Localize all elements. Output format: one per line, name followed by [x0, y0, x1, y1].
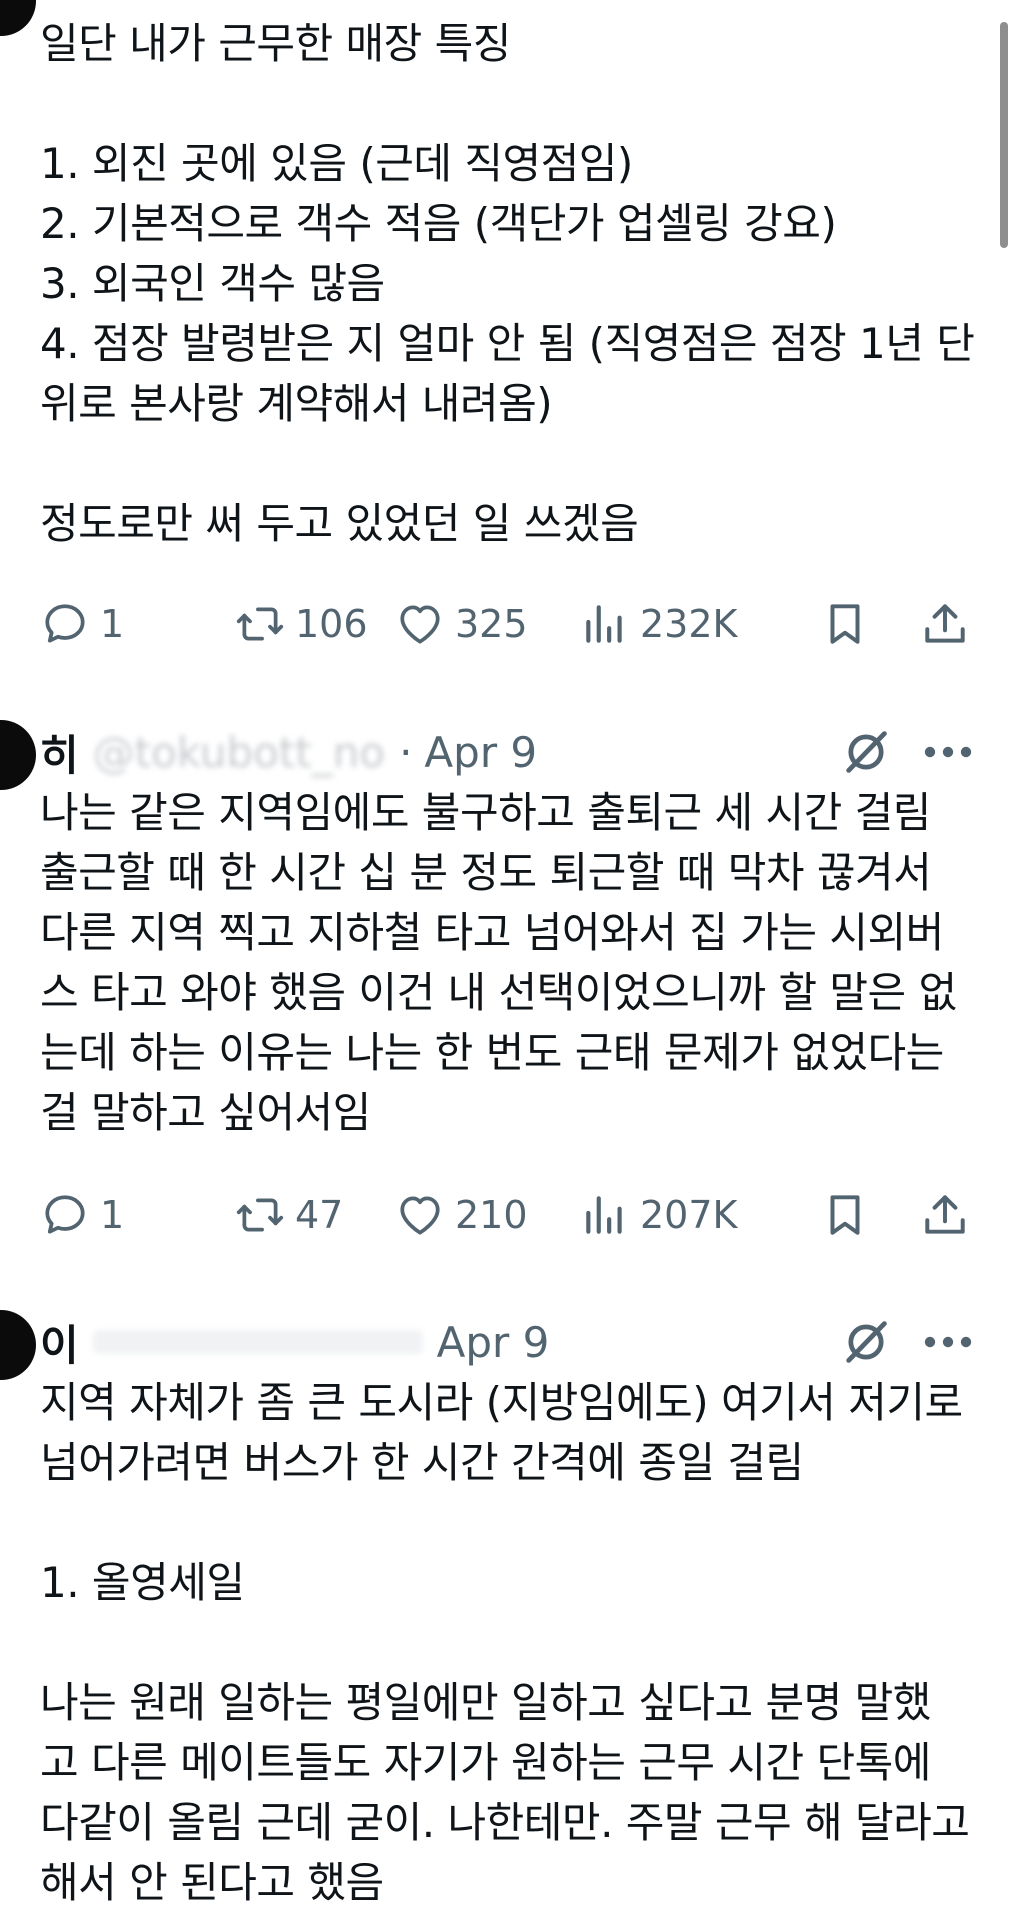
bookmark-button[interactable] [820, 1185, 870, 1245]
heart-icon [400, 605, 440, 644]
reply-button[interactable]: 1 [40, 1185, 124, 1245]
reply-count: 1 [100, 602, 125, 646]
views-button[interactable]: 207K [580, 1185, 737, 1245]
tweet-header: 이 Apr 9 [40, 1312, 974, 1372]
more-dots-icon[interactable] [922, 742, 974, 762]
views-button[interactable]: 232K [580, 594, 737, 654]
separator-dot: · [399, 727, 413, 777]
repost-button[interactable]: 47 [235, 1185, 343, 1245]
tweet-actions: 1 47 210 207K [40, 1185, 970, 1245]
user-handle[interactable]: @tokubott_no [93, 728, 385, 777]
tweet-header: 히 @tokubott_no · Apr 9 [40, 722, 974, 782]
reply-button[interactable]: 1 [40, 594, 124, 654]
views-count: 232K [640, 602, 738, 646]
tweet-text: 일단 내가 근무한 매장 특징 1. 외진 곳에 있음 (근데 직영점임) 2.… [40, 19, 975, 548]
share-upload-icon [925, 604, 965, 643]
avatar[interactable] [0, 1310, 36, 1380]
share-button[interactable] [920, 594, 970, 654]
tweet-date[interactable]: Apr 9 [437, 1318, 550, 1367]
repost-arrows-icon [236, 1198, 284, 1232]
grok-slash-icon[interactable] [840, 726, 892, 778]
share-button[interactable] [920, 1185, 970, 1245]
display-name[interactable]: 이 [40, 1312, 79, 1373]
share-upload-icon [925, 1195, 965, 1234]
repost-button[interactable]: 106 [235, 594, 368, 654]
like-count: 210 [455, 1193, 528, 1237]
speech-bubble-icon [45, 1195, 85, 1234]
reply-count: 1 [100, 1193, 125, 1237]
tweet-date[interactable]: Apr 9 [424, 728, 537, 777]
tweet-actions: 1 106 325 232K [40, 594, 970, 654]
avatar[interactable] [0, 720, 36, 790]
bookmark-button[interactable] [820, 594, 870, 654]
like-button[interactable]: 325 [395, 594, 528, 654]
bookmark-icon [830, 1195, 860, 1235]
like-button[interactable]: 210 [395, 1185, 528, 1245]
tweet-text: 나는 같은 지역임에도 불구하고 출퇴근 세 시간 걸림 출근할 때 한 시간 … [40, 788, 957, 1137]
bookmark-icon [830, 604, 860, 644]
repost-count: 106 [295, 602, 368, 646]
views-count: 207K [640, 1193, 738, 1237]
grok-slash-icon[interactable] [840, 1316, 892, 1368]
more-dots-icon[interactable] [922, 1332, 974, 1352]
scrollbar[interactable] [1000, 22, 1008, 248]
avatar[interactable] [0, 0, 36, 36]
heart-icon [400, 1196, 440, 1235]
repost-count: 47 [295, 1193, 344, 1237]
user-handle-redacted [92, 1330, 423, 1354]
tweet-text: 지역 자체가 좀 큰 도시라 (지방임에도) 여기서 저기로 넘어가려면 버스가… [40, 1378, 970, 1907]
speech-bubble-icon [45, 604, 85, 643]
bar-chart-icon [586, 605, 622, 643]
display-name[interactable]: 히 [40, 722, 79, 783]
bar-chart-icon [586, 1196, 622, 1234]
like-count: 325 [455, 602, 528, 646]
repost-arrows-icon [236, 607, 284, 641]
